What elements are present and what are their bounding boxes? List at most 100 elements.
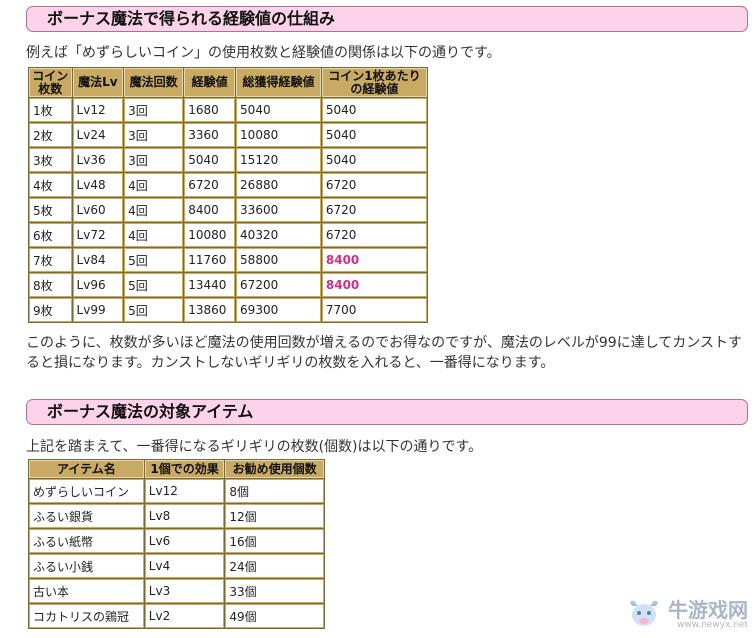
table-row: コカトリスの鶏冠 Lv2 49個 bbox=[29, 604, 324, 628]
table-header-row: コイン枚数 魔法Lv 魔法回数 経験値 総獲得経験値 コイン1枚あたりの経験値 bbox=[29, 68, 427, 97]
cell-item-name: ふるい紙幣 bbox=[29, 529, 144, 553]
cell-coin-count: 6枚 bbox=[29, 223, 72, 247]
watermark: 牛游戏网 www.newyx.net bbox=[626, 598, 748, 632]
bull-logo-icon bbox=[630, 600, 658, 626]
header-recommended-count: お勧め使用個数 bbox=[225, 460, 324, 478]
items-table: アイテム名 1個での効果 お勧め使用個数 めずらしいコイン Lv12 8個 ふるい銀貨… bbox=[28, 459, 325, 629]
intro-text: 例えば「めずらしいコイン」の使用枚数と経験値の関係は以下の通りです。 bbox=[26, 45, 501, 61]
cell-coin-count: 8枚 bbox=[29, 273, 72, 297]
cell-exp: 13860 bbox=[184, 298, 236, 322]
cell-total-exp: 15120 bbox=[236, 148, 321, 172]
cell-effect: Lv4 bbox=[144, 554, 225, 578]
watermark-url: www.newyx.net bbox=[676, 620, 748, 630]
cell-magic-count: 3回 bbox=[124, 98, 184, 122]
cell-exp: 1680 bbox=[184, 98, 236, 122]
cell-exp: 6720 bbox=[184, 173, 236, 197]
header-item-name: アイテム名 bbox=[29, 460, 144, 478]
cell-total-exp: 67200 bbox=[236, 273, 321, 297]
table-row: 1枚 Lv12 3回 1680 5040 5040 bbox=[29, 98, 427, 122]
cell-magic-level: Lv12 bbox=[72, 98, 124, 122]
cell-total-exp: 33600 bbox=[236, 198, 321, 222]
cell-magic-count: 5回 bbox=[124, 298, 184, 322]
header-magic-level: 魔法Lv bbox=[72, 68, 124, 97]
table-row: 3枚 Lv36 3回 5040 15120 5040 bbox=[29, 148, 427, 172]
cell-exp: 13440 bbox=[184, 273, 236, 297]
cell-exp: 11760 bbox=[184, 248, 236, 272]
cell-exp-per-coin: 5040 bbox=[321, 98, 427, 122]
cell-magic-level: Lv24 bbox=[72, 123, 124, 147]
header-effect: 1個での効果 bbox=[144, 460, 225, 478]
header-magic-count: 魔法回数 bbox=[124, 68, 184, 97]
exp-table: コイン枚数 魔法Lv 魔法回数 経験値 総獲得経験値 コイン1枚あたりの経験値 … bbox=[28, 67, 428, 323]
cell-coin-count: 5枚 bbox=[29, 198, 72, 222]
cell-magic-count: 5回 bbox=[124, 248, 184, 272]
cell-exp: 3360 bbox=[184, 123, 236, 147]
table-row: ふるい小銭 Lv4 24個 bbox=[29, 554, 324, 578]
cell-recommended-count: 49個 bbox=[225, 604, 324, 628]
cell-total-exp: 58800 bbox=[236, 248, 321, 272]
cell-effect: Lv6 bbox=[144, 529, 225, 553]
cell-coin-count: 2枚 bbox=[29, 123, 72, 147]
cell-total-exp: 10080 bbox=[236, 123, 321, 147]
table-header-row: アイテム名 1個での効果 お勧め使用個数 bbox=[29, 460, 324, 478]
cell-magic-count: 5回 bbox=[124, 273, 184, 297]
table-row: 9枚 Lv99 5回 13860 69300 7700 bbox=[29, 298, 427, 322]
cell-recommended-count: 16個 bbox=[225, 529, 324, 553]
cell-total-exp: 69300 bbox=[236, 298, 321, 322]
note-text: このように、枚数が多いほど魔法の使用回数が増えるのでお得なのですが、魔法のレベル… bbox=[26, 335, 742, 371]
cell-magic-level: Lv84 bbox=[72, 248, 124, 272]
table-row: 古い本 Lv3 33個 bbox=[29, 579, 324, 603]
table-row: ふるい紙幣 Lv6 16個 bbox=[29, 529, 324, 553]
cell-total-exp: 40320 bbox=[236, 223, 321, 247]
cell-item-name: めずらしいコイン bbox=[29, 479, 144, 503]
cell-exp-per-coin: 6720 bbox=[321, 198, 427, 222]
cell-recommended-count: 33個 bbox=[225, 579, 324, 603]
cell-exp-per-coin: 6720 bbox=[321, 223, 427, 247]
cell-coin-count: 7枚 bbox=[29, 248, 72, 272]
cell-coin-count: 9枚 bbox=[29, 298, 72, 322]
cell-effect: Lv2 bbox=[144, 604, 225, 628]
cell-exp-per-coin: 8400 bbox=[321, 248, 427, 272]
cell-magic-count: 4回 bbox=[124, 198, 184, 222]
table-row: 8枚 Lv96 5回 13440 67200 8400 bbox=[29, 273, 427, 297]
header-exp: 経験値 bbox=[184, 68, 236, 97]
cell-effect: Lv3 bbox=[144, 579, 225, 603]
table-row: 7枚 Lv84 5回 11760 58800 8400 bbox=[29, 248, 427, 272]
table-row: めずらしいコイン Lv12 8個 bbox=[29, 479, 324, 503]
cell-effect: Lv12 bbox=[144, 479, 225, 503]
cell-exp-per-coin: 8400 bbox=[321, 273, 427, 297]
cell-exp-per-coin: 7700 bbox=[321, 298, 427, 322]
cell-magic-level: Lv48 bbox=[72, 173, 124, 197]
header-coin-count: コイン枚数 bbox=[29, 68, 72, 97]
table-row: 6枚 Lv72 4回 10080 40320 6720 bbox=[29, 223, 427, 247]
cell-recommended-count: 24個 bbox=[225, 554, 324, 578]
cell-magic-count: 4回 bbox=[124, 173, 184, 197]
cell-exp-per-coin: 6720 bbox=[321, 173, 427, 197]
cell-recommended-count: 12個 bbox=[225, 504, 324, 528]
section-title-mechanism: ボーナス魔法で得られる経験値の仕組み bbox=[26, 6, 748, 32]
cell-exp: 5040 bbox=[184, 148, 236, 172]
cell-exp: 8400 bbox=[184, 198, 236, 222]
cell-total-exp: 26880 bbox=[236, 173, 321, 197]
header-exp-per-coin: コイン1枚あたりの経験値 bbox=[321, 68, 427, 97]
cell-magic-level: Lv36 bbox=[72, 148, 124, 172]
cell-magic-level: Lv60 bbox=[72, 198, 124, 222]
cell-magic-count: 3回 bbox=[124, 123, 184, 147]
cell-magic-level: Lv99 bbox=[72, 298, 124, 322]
header-total-exp: 総獲得経験値 bbox=[236, 68, 321, 97]
cell-magic-count: 3回 bbox=[124, 148, 184, 172]
cell-item-name: 古い本 bbox=[29, 579, 144, 603]
watermark-text: 牛游戏网 bbox=[668, 598, 748, 622]
cell-total-exp: 5040 bbox=[236, 98, 321, 122]
table-row: 5枚 Lv60 4回 8400 33600 6720 bbox=[29, 198, 427, 222]
cell-coin-count: 1枚 bbox=[29, 98, 72, 122]
cell-coin-count: 4枚 bbox=[29, 173, 72, 197]
table-row: ふるい銀貨 Lv8 12個 bbox=[29, 504, 324, 528]
cell-coin-count: 3枚 bbox=[29, 148, 72, 172]
cell-recommended-count: 8個 bbox=[225, 479, 324, 503]
cell-effect: Lv8 bbox=[144, 504, 225, 528]
intro-text-2: 上記を踏まえて、一番得になるギリギリの枚数(個数)は以下の通りです。 bbox=[26, 439, 483, 455]
table-row: 2枚 Lv24 3回 3360 10080 5040 bbox=[29, 123, 427, 147]
table-row: 4枚 Lv48 4回 6720 26880 6720 bbox=[29, 173, 427, 197]
cell-exp: 10080 bbox=[184, 223, 236, 247]
